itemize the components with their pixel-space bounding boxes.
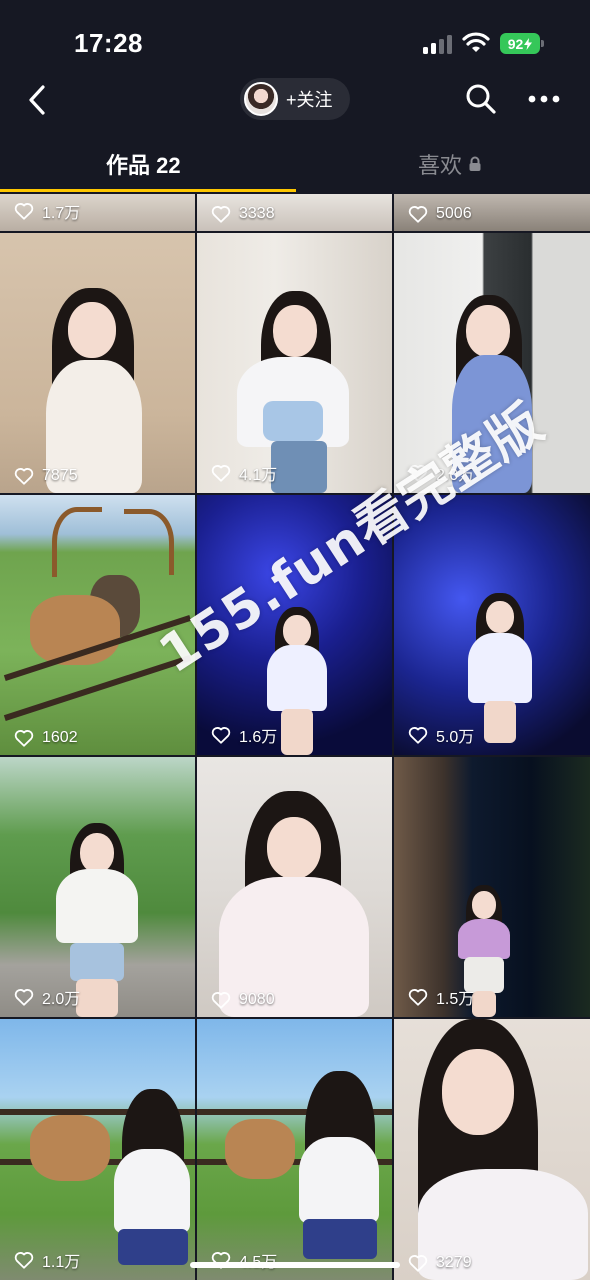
thumbnail-figure bbox=[289, 1071, 389, 1280]
like-count: 1602 bbox=[14, 729, 78, 747]
like-count-value: 2.0万 bbox=[42, 991, 81, 1008]
video-thumbnail[interactable]: 5006 bbox=[394, 194, 590, 231]
status-bar: 17:28 92 bbox=[0, 0, 590, 70]
thumbnail-figure bbox=[458, 593, 542, 743]
follow-button[interactable]: +关注 bbox=[240, 78, 350, 120]
heart-icon bbox=[408, 1255, 428, 1272]
like-count-value: 4.1万 bbox=[239, 467, 278, 484]
tab-active-indicator bbox=[0, 189, 296, 192]
tab-works[interactable]: 作品 22 bbox=[106, 148, 181, 180]
heart-icon bbox=[211, 206, 231, 223]
like-count-value: 5.0万 bbox=[436, 729, 475, 746]
like-count: 5.0万 bbox=[408, 723, 474, 747]
video-thumbnail[interactable]: 1.5万 bbox=[394, 757, 590, 1017]
video-thumbnail[interactable]: 1.7万 bbox=[0, 194, 195, 231]
lock-icon bbox=[469, 156, 481, 171]
like-count: 7875 bbox=[14, 467, 78, 485]
more-dots-icon bbox=[528, 95, 560, 103]
like-count: 3338 bbox=[211, 205, 275, 223]
thumbnail-figure bbox=[398, 1019, 588, 1280]
like-count-value: 1.1万 bbox=[42, 1254, 81, 1271]
avatar bbox=[244, 82, 278, 116]
cellular-signal-icon bbox=[423, 34, 453, 54]
home-indicator[interactable] bbox=[190, 1262, 400, 1268]
thumbnail-figure bbox=[40, 288, 150, 493]
thumbnail-figure bbox=[215, 791, 375, 1017]
follow-label: +关注 bbox=[286, 90, 333, 110]
heart-icon bbox=[211, 727, 231, 744]
like-count: 1.7万 bbox=[14, 199, 80, 223]
profile-nav-bar: +关注 bbox=[0, 72, 590, 128]
heart-icon bbox=[14, 989, 34, 1006]
video-thumbnail[interactable]: 7875 bbox=[0, 233, 195, 493]
wifi-icon bbox=[462, 32, 490, 52]
video-thumbnail[interactable]: 4.1万 bbox=[197, 233, 392, 493]
like-count-value: 1.5万 bbox=[436, 991, 475, 1008]
like-count: 3279 bbox=[408, 1254, 472, 1272]
heart-icon bbox=[211, 465, 231, 482]
like-count-value: 9080 bbox=[239, 991, 275, 1008]
battery-indicator: 92 bbox=[500, 33, 540, 54]
like-count-value: 1.7万 bbox=[42, 205, 81, 222]
video-thumbnail[interactable]: 3338 bbox=[197, 194, 392, 231]
like-count: 1.5万 bbox=[408, 985, 474, 1009]
battery-tip bbox=[541, 40, 544, 47]
charging-bolt-icon bbox=[524, 37, 533, 50]
heart-icon bbox=[408, 206, 428, 223]
like-count-value: 1602 bbox=[42, 729, 78, 746]
search-icon[interactable] bbox=[464, 82, 498, 116]
like-count-value: 7875 bbox=[42, 467, 78, 484]
video-thumbnail[interactable]: 2.0万 bbox=[0, 757, 195, 1017]
like-count: 1.1万 bbox=[14, 1248, 80, 1272]
like-count-value: 3279 bbox=[436, 1254, 472, 1271]
status-time: 17:28 bbox=[74, 28, 143, 58]
back-button[interactable] bbox=[18, 80, 56, 120]
heart-icon bbox=[408, 989, 428, 1006]
like-count: 2.0万 bbox=[14, 985, 80, 1009]
like-count: 5006 bbox=[408, 205, 472, 223]
like-count-value: 4.5万 bbox=[239, 1248, 277, 1272]
heart-icon bbox=[14, 203, 34, 220]
battery-level: 92 bbox=[507, 35, 524, 52]
like-count-value: 3338 bbox=[239, 205, 275, 222]
profile-tabs: 作品 22 喜欢 bbox=[0, 140, 590, 194]
like-count: 4.1万 bbox=[211, 461, 277, 485]
like-count-value: 5006 bbox=[436, 205, 472, 222]
like-count-value: 1.6万 bbox=[239, 729, 278, 746]
tab-likes[interactable]: 喜欢 bbox=[418, 148, 482, 180]
heart-icon bbox=[14, 468, 34, 485]
chevron-left-icon bbox=[29, 85, 45, 115]
video-thumbnail[interactable]: 5.0万 bbox=[394, 495, 590, 755]
video-thumbnail[interactable]: 9080 bbox=[197, 757, 392, 1017]
like-count: 1.6万 bbox=[211, 723, 277, 747]
tab-likes-label: 喜欢 bbox=[418, 153, 463, 178]
video-thumbnail[interactable]: 4.5万 bbox=[197, 1019, 392, 1280]
heart-icon bbox=[408, 727, 428, 744]
heart-icon bbox=[14, 730, 34, 747]
video-thumbnail[interactable]: 1.1万 bbox=[0, 1019, 195, 1280]
like-count: 9080 bbox=[211, 991, 275, 1009]
thumbnail-figure bbox=[108, 1089, 194, 1279]
like-count: 4.5万 bbox=[211, 1248, 277, 1272]
video-grid: 1.7万 3338 5006 7875 4.1万 2.0万 1602 1.6万 … bbox=[0, 194, 590, 1280]
video-thumbnail[interactable]: 3279 bbox=[394, 1019, 590, 1280]
heart-icon bbox=[14, 1252, 34, 1269]
more-options-button[interactable] bbox=[526, 84, 562, 114]
heart-icon bbox=[211, 992, 231, 1009]
